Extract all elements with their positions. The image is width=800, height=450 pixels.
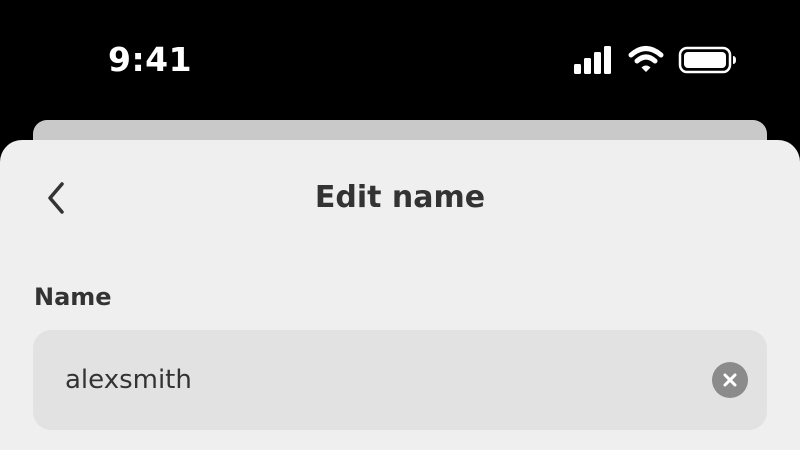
name-input[interactable] (65, 330, 665, 430)
back-button[interactable] (36, 176, 76, 220)
battery-icon (678, 46, 736, 74)
page-title: Edit name (314, 180, 486, 215)
chevron-left-icon (48, 182, 64, 214)
status-time: 9:41 (108, 40, 193, 79)
status-icons (570, 44, 740, 76)
edit-name-sheet: Edit name Name (0, 140, 800, 450)
name-input-container (33, 330, 767, 430)
clear-x-icon (723, 373, 737, 387)
wifi-icon (628, 46, 664, 72)
cellular-signal-icon (574, 46, 611, 74)
clear-input-button[interactable] (712, 362, 748, 398)
phone-screen: 9:41 Edit name Name (0, 0, 800, 450)
name-field-label: Name (34, 283, 112, 311)
